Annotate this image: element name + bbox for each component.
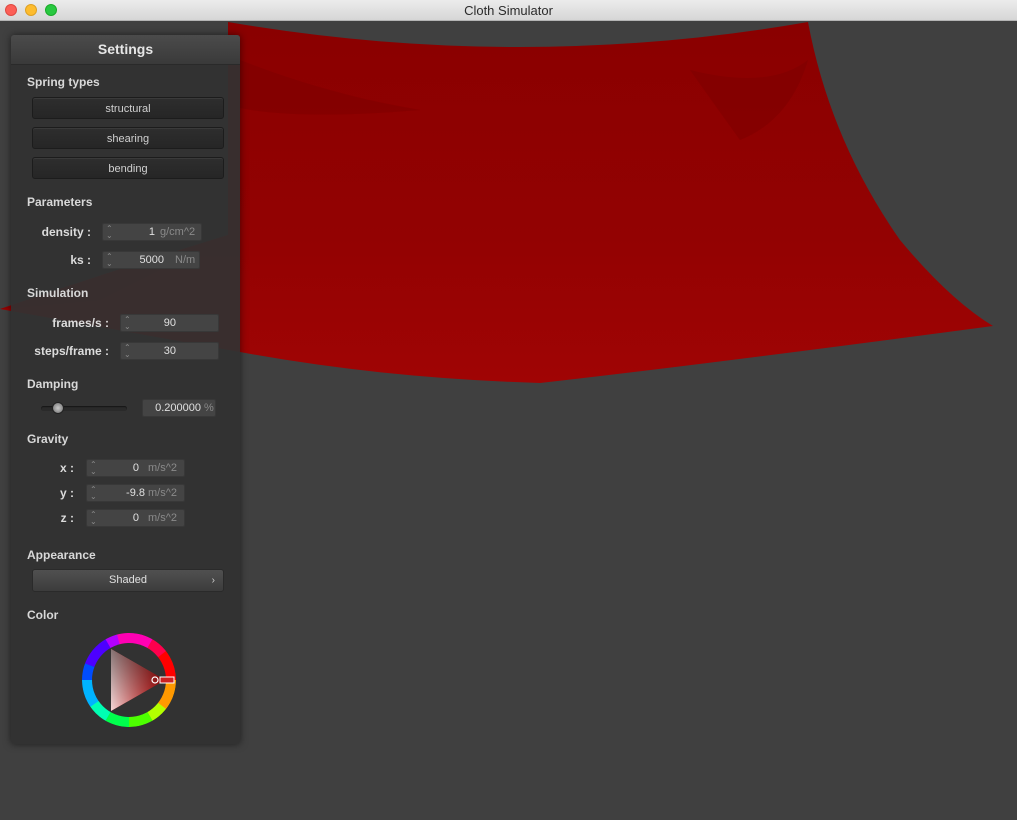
window-title: Cloth Simulator [464, 3, 553, 18]
app-window: Cloth Simulator Settings Spring types st… [0, 0, 1017, 820]
hue-selector-handle [159, 676, 175, 684]
gravity-x-field[interactable]: ⌃ ⌄ 0 m/s^2 [86, 459, 185, 477]
fps-label: frames/s : [52, 316, 109, 330]
parameters-heading: Parameters [27, 195, 93, 209]
chevron-right-icon: › [211, 575, 215, 586]
structural-button[interactable]: structural [32, 97, 224, 119]
ks-field[interactable]: ⌃ ⌄ 5000 N/m [102, 251, 200, 269]
title-bar: Cloth Simulator [0, 0, 1017, 21]
damping-heading: Damping [27, 377, 79, 391]
gravity-z-label: z : [60, 511, 74, 525]
density-field[interactable]: ⌃ ⌄ 1 g/cm^2 [102, 223, 202, 241]
stepper-icon[interactable]: ⌃ ⌄ [124, 316, 131, 331]
gravity-x-label: x : [59, 461, 74, 475]
appearance-heading: Appearance [27, 548, 96, 562]
ks-label: ks : [70, 253, 91, 267]
spring-types-heading: Spring types [27, 75, 100, 89]
panel-title[interactable]: Settings [11, 35, 240, 65]
color-wheel[interactable] [82, 633, 176, 727]
damping-field[interactable]: 0.200000 % [142, 399, 216, 417]
gravity-z-field[interactable]: ⌃ ⌄ 0 m/s^2 [86, 509, 185, 527]
gravity-y-field[interactable]: ⌃ ⌄ -9.8 m/s^2 [86, 484, 185, 502]
appearance-selected: Shaded [109, 574, 147, 586]
stepper-icon[interactable]: ⌃ ⌄ [90, 511, 97, 526]
stepper-icon[interactable]: ⌃ ⌄ [90, 461, 97, 476]
steps-field[interactable]: ⌃ ⌄ 30 [120, 342, 219, 360]
gravity-y-label: y : [59, 486, 74, 500]
shearing-button[interactable]: shearing [32, 127, 224, 149]
steps-label: steps/frame : [34, 344, 109, 358]
density-label: density : [41, 225, 91, 239]
stepper-icon[interactable]: ⌃ ⌄ [106, 225, 113, 240]
stepper-icon[interactable]: ⌃ ⌄ [124, 344, 131, 359]
bending-button[interactable]: bending [32, 157, 224, 179]
appearance-dropdown[interactable]: Shaded › [32, 569, 224, 592]
stepper-icon[interactable]: ⌃ ⌄ [106, 253, 113, 268]
color-heading: Color [27, 608, 59, 622]
simulation-heading: Simulation [27, 286, 89, 300]
gravity-heading: Gravity [27, 432, 69, 446]
stepper-icon[interactable]: ⌃ ⌄ [90, 486, 97, 501]
settings-panel: Settings Spring types structural shearin… [11, 35, 240, 744]
damping-slider-handle[interactable] [52, 402, 65, 414]
fps-field[interactable]: ⌃ ⌄ 90 [120, 314, 219, 332]
